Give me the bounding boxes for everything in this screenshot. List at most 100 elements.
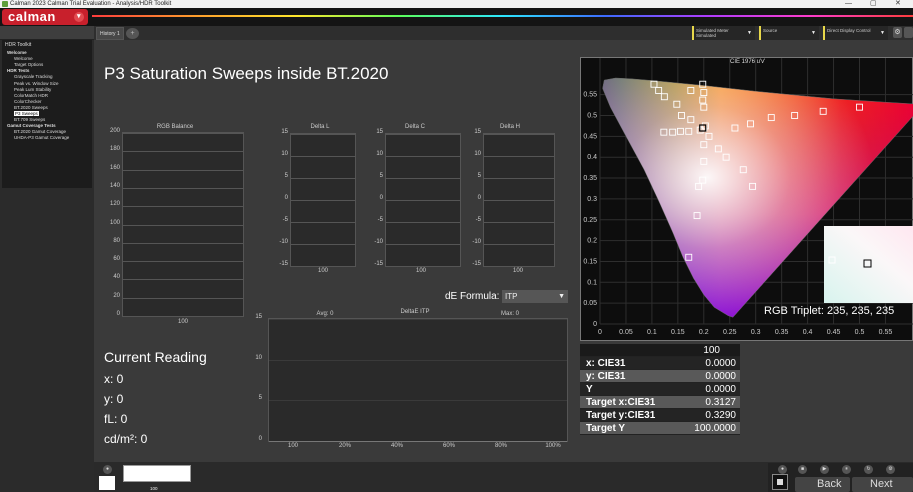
sidebar-item[interactable]: ColorMatch HDR bbox=[14, 93, 48, 98]
cie-ytick: 0.55 bbox=[583, 92, 597, 99]
gridline bbox=[386, 266, 460, 267]
tick-label: 80 bbox=[113, 237, 120, 244]
sidebar-item[interactable]: Target Options bbox=[14, 62, 43, 67]
deltae-avg: Avg: 0 bbox=[316, 311, 334, 317]
sidebar-item[interactable]: Gamut Coverage Tests bbox=[7, 123, 56, 128]
workflow-title: HDR Toolkit bbox=[5, 42, 32, 48]
cie-ytick: 0.3 bbox=[587, 196, 597, 203]
reading-table: 100 x: CIE31 0.0000 y: CIE31 0.0000 Y 0.000… bbox=[580, 344, 740, 435]
tick-label: 100 bbox=[109, 219, 120, 226]
record-icon[interactable]: ● bbox=[778, 465, 787, 474]
de-formula-value: ITP bbox=[505, 292, 518, 301]
deltae-title: DeltaE ITP bbox=[400, 309, 430, 315]
sidebar-item[interactable]: Grayscale Tracking bbox=[14, 74, 53, 79]
sidebar-item[interactable]: HDR Tests bbox=[7, 68, 29, 73]
gridline bbox=[291, 244, 355, 245]
settings-icon[interactable]: ⚙ bbox=[886, 465, 895, 474]
tab-history-1[interactable]: History 1 bbox=[96, 27, 124, 40]
row-value: 0.0000 bbox=[705, 358, 736, 369]
reading-fl: fL: 0 bbox=[104, 412, 128, 426]
cie-ytick: 0.05 bbox=[583, 300, 597, 307]
calman-logo-button[interactable]: calman ▾ bbox=[2, 9, 88, 25]
gridline bbox=[123, 316, 243, 317]
cie-xtick: 0.45 bbox=[827, 329, 841, 336]
sidebar-item[interactable]: Peak Lum Stability bbox=[14, 87, 51, 92]
meter-dropdown[interactable]: Simulated Meter Simulated ▼ bbox=[692, 26, 755, 40]
tick-label: 0 bbox=[258, 436, 262, 442]
gridline bbox=[269, 441, 567, 442]
next-button[interactable]: Next bbox=[852, 477, 913, 492]
row-value: 0.3127 bbox=[705, 397, 736, 408]
chevron-down-icon: ▼ bbox=[747, 30, 752, 36]
tick-label: 20 bbox=[113, 292, 120, 299]
patch-label: 100 bbox=[150, 486, 158, 491]
gridline bbox=[123, 133, 243, 134]
gridline bbox=[484, 134, 554, 135]
row-key: x: CIE31 bbox=[586, 358, 626, 369]
sidebar-item[interactable]: BT.709 Sweeps bbox=[14, 117, 45, 122]
maximize-button[interactable]: ▢ bbox=[870, 0, 877, 8]
sidebar: HDR Toolkit Welcome Welcome Target Options… bbox=[0, 26, 94, 492]
cie-xtick: 0.2 bbox=[699, 329, 709, 336]
tick-label: 100% bbox=[545, 443, 561, 449]
stop-button[interactable] bbox=[772, 474, 788, 490]
gridline bbox=[484, 266, 554, 267]
repeat-icon[interactable]: ↻ bbox=[864, 465, 873, 474]
minimize-button[interactable]: — bbox=[845, 0, 852, 8]
camera-icon[interactable]: ● bbox=[103, 465, 112, 474]
tick-label: -15 bbox=[472, 261, 481, 267]
sidebar-item[interactable]: Welcome bbox=[7, 50, 27, 55]
patch-swatch[interactable] bbox=[123, 465, 191, 482]
close-button[interactable]: ✕ bbox=[895, 0, 901, 8]
table-row: Y 0.0000 bbox=[580, 383, 740, 396]
add-tab-icon[interactable]: + bbox=[126, 28, 139, 39]
reading-x: x: 0 bbox=[104, 372, 124, 386]
cie-ytick: 0.5 bbox=[587, 113, 597, 120]
tick-label: 180 bbox=[109, 146, 120, 153]
sidebar-item[interactable]: BT.2020 Gamut Coverage bbox=[14, 129, 66, 134]
delta-l-xlabel: 100 bbox=[317, 268, 328, 274]
back-button[interactable]: Back bbox=[795, 477, 850, 492]
tick-label: 0 bbox=[284, 195, 288, 201]
settings-icon[interactable]: ⚙ bbox=[893, 27, 902, 38]
gridline bbox=[291, 178, 355, 179]
tick-label: 120 bbox=[109, 201, 120, 208]
gridline bbox=[291, 134, 355, 135]
camera-icon[interactable]: ■ bbox=[798, 465, 807, 474]
next-label: Next bbox=[870, 478, 893, 490]
pause-icon[interactable]: ⏸ bbox=[842, 465, 851, 474]
cie-diagram: 0.55 0.5 0.45 0.4 0.35 0.3 0.25 0.2 0.15 0.1 0.05 0… bbox=[580, 57, 913, 341]
sidebar-item[interactable]: BT.2020 Sweeps bbox=[14, 105, 48, 110]
tick-label: 15 bbox=[474, 129, 481, 135]
delta-c-xlabel: 100 bbox=[415, 268, 426, 274]
gridline bbox=[123, 206, 243, 208]
current-reading-title: Current Reading bbox=[104, 349, 207, 365]
options-icon[interactable] bbox=[904, 27, 913, 38]
sidebar-item[interactable]: ColorChecker bbox=[14, 99, 42, 104]
row-key: y: CIE31 bbox=[586, 371, 626, 382]
tick-label: 5 bbox=[284, 173, 288, 179]
delta-c-title: Delta C bbox=[404, 124, 425, 130]
rgb-balance-chart bbox=[122, 132, 244, 317]
workflow-tree: HDR Toolkit Welcome Welcome Target Options… bbox=[2, 40, 92, 188]
gridline bbox=[269, 400, 567, 402]
sidebar-item[interactable]: UHDA-P3 Gamut Coverage bbox=[14, 135, 69, 140]
tick-label: -10 bbox=[279, 239, 288, 245]
sidebar-item[interactable]: Peak vs. Window Size bbox=[14, 81, 59, 86]
gridline bbox=[291, 200, 355, 201]
de-formula-select[interactable]: ITP ▼ bbox=[502, 290, 568, 303]
source-dropdown[interactable]: Source ▼ bbox=[759, 26, 819, 40]
play-icon[interactable]: ▶ bbox=[820, 465, 829, 474]
gridline bbox=[386, 156, 460, 157]
chevron-down-icon: ▼ bbox=[811, 30, 816, 36]
display-control-dropdown[interactable]: Direct Display Control ▼ bbox=[823, 26, 888, 40]
gridline bbox=[484, 244, 554, 245]
current-swatch[interactable] bbox=[99, 476, 115, 490]
app-icon bbox=[2, 1, 8, 7]
gridline bbox=[123, 224, 243, 226]
sidebar-item[interactable]: P3 Sweeps bbox=[14, 111, 39, 116]
tick-label: 5 bbox=[477, 173, 481, 179]
sidebar-item[interactable]: Welcome bbox=[14, 56, 33, 61]
delta-l-title: Delta L bbox=[310, 124, 330, 130]
reading-cdm2: cd/m²: 0 bbox=[104, 432, 148, 446]
